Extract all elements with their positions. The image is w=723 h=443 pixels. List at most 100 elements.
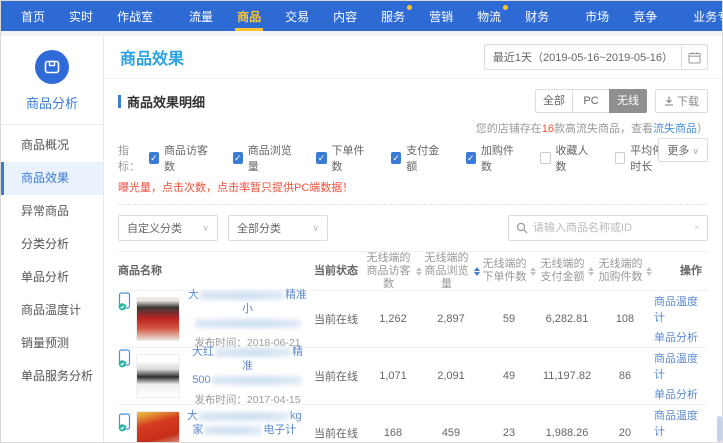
table-row: 大精准小发布时间：2018-06-21当前在线1,2622,897596,282… bbox=[118, 290, 708, 347]
product-image[interactable] bbox=[136, 297, 180, 341]
product-image[interactable] bbox=[136, 411, 180, 443]
nav-item-物流[interactable]: 物流 bbox=[465, 1, 513, 31]
redacted-text bbox=[212, 376, 302, 385]
sidebar-item-商品效果[interactable]: 商品效果 bbox=[1, 162, 103, 195]
nav-item-流量[interactable]: 流量 bbox=[177, 1, 225, 31]
column-header-line1: 无线端的 bbox=[364, 252, 413, 265]
column-header-商品访客数[interactable]: 无线端的商品访客数 bbox=[364, 252, 422, 291]
checkbox-icon[interactable]: ✓ bbox=[466, 152, 476, 164]
metric-value-cell: 168 bbox=[364, 427, 422, 439]
checkbox-icon[interactable] bbox=[540, 152, 550, 164]
column-header-下单件数[interactable]: 无线端的下单件数 bbox=[480, 258, 538, 284]
search-input[interactable] bbox=[533, 222, 694, 234]
metric-checkbox-label: 下单件数 bbox=[332, 142, 368, 174]
date-range-text[interactable]: 最近1天（2019-05-16~2019-05-16） bbox=[484, 44, 682, 70]
metric-value-cell: 1,988.26 bbox=[538, 427, 596, 439]
metric-value-cell: 6,282.81 bbox=[538, 313, 596, 325]
sidebar-item-销量预测[interactable]: 销量预测 bbox=[1, 327, 103, 360]
metric-checkbox-加购件数[interactable]: ✓ 加购件数 bbox=[466, 142, 517, 174]
table-row: 大红精准500发布时间：2017-04-15当前在线1,0712,0914911… bbox=[118, 347, 708, 404]
nav-item-作战室[interactable]: 作战室 bbox=[105, 1, 165, 31]
metric-checkbox-商品浏览量[interactable]: ✓ 商品浏览量 bbox=[233, 142, 293, 174]
redacted-text bbox=[200, 291, 284, 300]
metric-checkbox-label: 加购件数 bbox=[481, 142, 517, 174]
more-metrics-button[interactable]: 更多 ∨ bbox=[658, 138, 708, 162]
checkbox-icon[interactable]: ✓ bbox=[391, 152, 401, 164]
action-link-单品分析[interactable]: 单品分析 bbox=[654, 386, 698, 402]
tab-全部[interactable]: 全部 bbox=[535, 89, 573, 113]
product-title-link[interactable]: 大kg家电子计 bbox=[187, 409, 302, 437]
column-header-line1: 无线端的 bbox=[599, 258, 643, 271]
nav-item-首页[interactable]: 首页 bbox=[9, 1, 57, 31]
checkbox-icon[interactable]: ✓ bbox=[149, 152, 159, 164]
sidebar-item-商品概况[interactable]: 商品概况 bbox=[1, 129, 103, 162]
action-link-商品温度计[interactable]: 商品温度计 bbox=[654, 407, 698, 439]
main-content: 商品效果 最近1天（2019-05-16~2019-05-16） bbox=[104, 36, 722, 443]
sort-arrows-icon[interactable] bbox=[588, 267, 594, 276]
nav-item-财务[interactable]: 财务 bbox=[513, 1, 561, 31]
nav-item-竞争[interactable]: 竞争 bbox=[621, 1, 669, 31]
column-header-line1: 无线端的 bbox=[541, 258, 585, 271]
metric-checkbox-商品访客数[interactable]: ✓商品访客数 bbox=[149, 142, 209, 174]
product-search-box: × bbox=[508, 215, 708, 241]
tab-PC[interactable]: PC bbox=[572, 89, 610, 113]
checkbox-icon[interactable]: ✓ bbox=[316, 152, 326, 164]
product-title-link[interactable]: 大红精准500 bbox=[187, 345, 308, 387]
metric-checkbox-支付金额[interactable]: ✓ 支付金额 bbox=[391, 142, 442, 174]
column-header-支付金额[interactable]: 无线端的支付金额 bbox=[538, 258, 596, 284]
metric-value-cell: 2,091 bbox=[422, 370, 480, 382]
action-link-单品分析[interactable]: 单品分析 bbox=[654, 329, 698, 345]
nav-item-内容[interactable]: 内容 bbox=[321, 1, 369, 31]
calendar-icon[interactable] bbox=[682, 44, 708, 70]
clear-icon[interactable]: × bbox=[694, 222, 700, 234]
sidebar-item-单品服务分析[interactable]: 单品服务分析 bbox=[1, 360, 103, 393]
sort-arrows-icon[interactable] bbox=[646, 267, 652, 276]
nav-item-营销[interactable]: 营销 bbox=[417, 1, 465, 31]
action-link-商品温度计[interactable]: 商品温度计 bbox=[654, 293, 698, 325]
sidebar-item-单品分析[interactable]: 单品分析 bbox=[1, 261, 103, 294]
product-title-link[interactable]: 大精准小 bbox=[187, 288, 308, 330]
metric-value-cell: 1,071 bbox=[364, 370, 422, 382]
custom-category-select[interactable]: 自定义分类∨ bbox=[118, 215, 218, 241]
column-header-lines: 无线端的下单件数 bbox=[483, 258, 527, 284]
column-header-lines: 无线端的商品访客数 bbox=[364, 252, 413, 291]
scrollbar-thumb[interactable] bbox=[717, 416, 722, 442]
nav-item-市场[interactable]: 市场 bbox=[573, 1, 621, 31]
checkbox-icon[interactable]: ✓ bbox=[233, 152, 243, 164]
metric-checkbox-label: 商品浏览量 bbox=[248, 142, 293, 174]
nav-item-实时[interactable]: 实时 bbox=[57, 1, 105, 31]
sidebar-item-异常商品[interactable]: 异常商品 bbox=[1, 195, 103, 228]
metric-checkbox-下单件数[interactable]: ✓ 下单件数 bbox=[316, 142, 367, 174]
nav-item-商品[interactable]: 商品 bbox=[225, 1, 273, 31]
all-category-select[interactable]: 全部分类∨ bbox=[228, 215, 328, 241]
scrollbar[interactable] bbox=[716, 36, 722, 443]
nav-item-服务[interactable]: 服务 bbox=[369, 1, 417, 31]
sidebar-item-分类分析[interactable]: 分类分析 bbox=[1, 228, 103, 261]
product-title-text: 家 bbox=[192, 424, 203, 436]
download-button[interactable]: 下载 bbox=[655, 89, 708, 113]
column-header-line2: 下单件数 bbox=[483, 271, 527, 284]
churn-products-link[interactable]: 流失商品 bbox=[653, 123, 697, 135]
product-image[interactable] bbox=[136, 354, 180, 398]
metric-checkbox-收藏人数[interactable]: 收藏人数 bbox=[540, 142, 591, 174]
checkbox-icon[interactable] bbox=[615, 152, 625, 164]
action-link-商品温度计[interactable]: 商品温度计 bbox=[654, 350, 698, 382]
nav-item-业务专区[interactable]: 业务专区 bbox=[681, 1, 723, 31]
product-analysis-icon bbox=[35, 50, 69, 84]
metric-value-cell: 59 bbox=[480, 313, 538, 325]
nav-item-交易[interactable]: 交易 bbox=[273, 1, 321, 31]
date-range-picker[interactable]: 最近1天（2019-05-16~2019-05-16） bbox=[484, 44, 708, 70]
sidebar-item-商品温度计[interactable]: 商品温度计 bbox=[1, 294, 103, 327]
column-header-商品浏览量[interactable]: 无线端的商品浏览量 bbox=[422, 252, 480, 291]
metric-checkbox-label: 收藏人数 bbox=[556, 142, 592, 174]
download-icon bbox=[664, 96, 674, 106]
column-header-加购件数[interactable]: 无线端的加购件数 bbox=[596, 258, 654, 284]
tab-无线[interactable]: 无线 bbox=[609, 89, 647, 113]
product-title-line: 500 bbox=[187, 373, 308, 387]
metric-checkbox-label: 支付金额 bbox=[406, 142, 442, 174]
sort-arrows-icon[interactable] bbox=[530, 267, 536, 276]
product-title-text: 大 bbox=[187, 410, 198, 422]
notification-dot-icon bbox=[407, 5, 412, 10]
nav-active-underline bbox=[235, 28, 263, 31]
metric-value-cell: 1,262 bbox=[364, 313, 422, 325]
